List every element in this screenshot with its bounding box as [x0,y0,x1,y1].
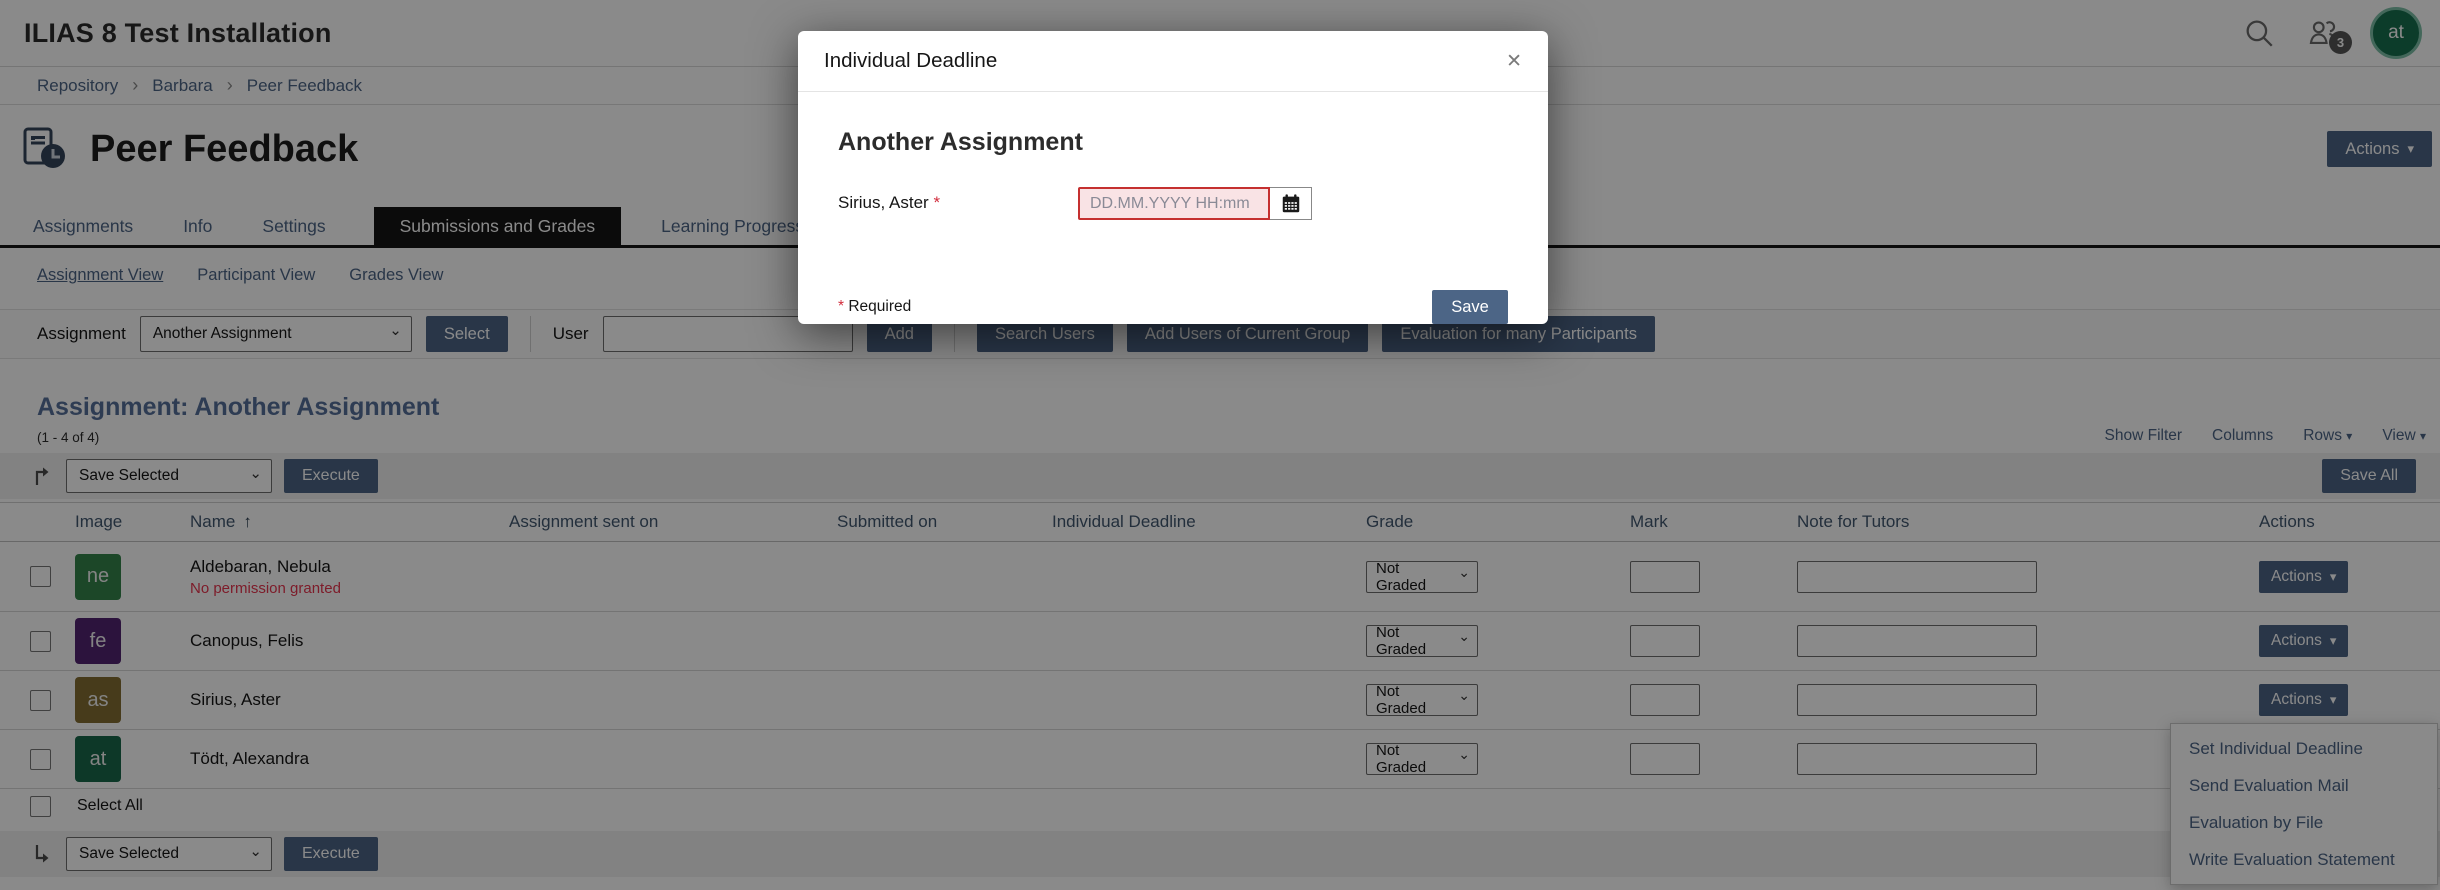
required-asterisk: * [933,193,940,212]
modal-body: Another Assignment Sirius, Aster * [798,92,1548,276]
deadline-datetime-input[interactable] [1078,187,1270,220]
required-note: * Required [838,298,911,316]
calendar-button[interactable] [1270,187,1312,220]
modal-title: Individual Deadline [824,49,997,73]
modal-header: Individual Deadline ✕ [798,31,1548,92]
ilias-screen: ILIAS 8 Test Installation 3 at Repositor… [0,0,2440,890]
deadline-form-row: Sirius, Aster * [838,187,1508,220]
required-asterisk: * [838,298,844,315]
datetime-input-group [1078,187,1312,220]
modal-save-button[interactable]: Save [1432,290,1508,324]
modal-assignment-heading: Another Assignment [838,128,1508,157]
individual-deadline-modal: Individual Deadline ✕ Another Assignment… [798,31,1548,324]
modal-footer: * Required Save [798,276,1548,324]
calendar-icon [1280,193,1302,215]
deadline-field-label: Sirius, Aster * [838,187,1078,213]
close-icon[interactable]: ✕ [1506,50,1522,73]
